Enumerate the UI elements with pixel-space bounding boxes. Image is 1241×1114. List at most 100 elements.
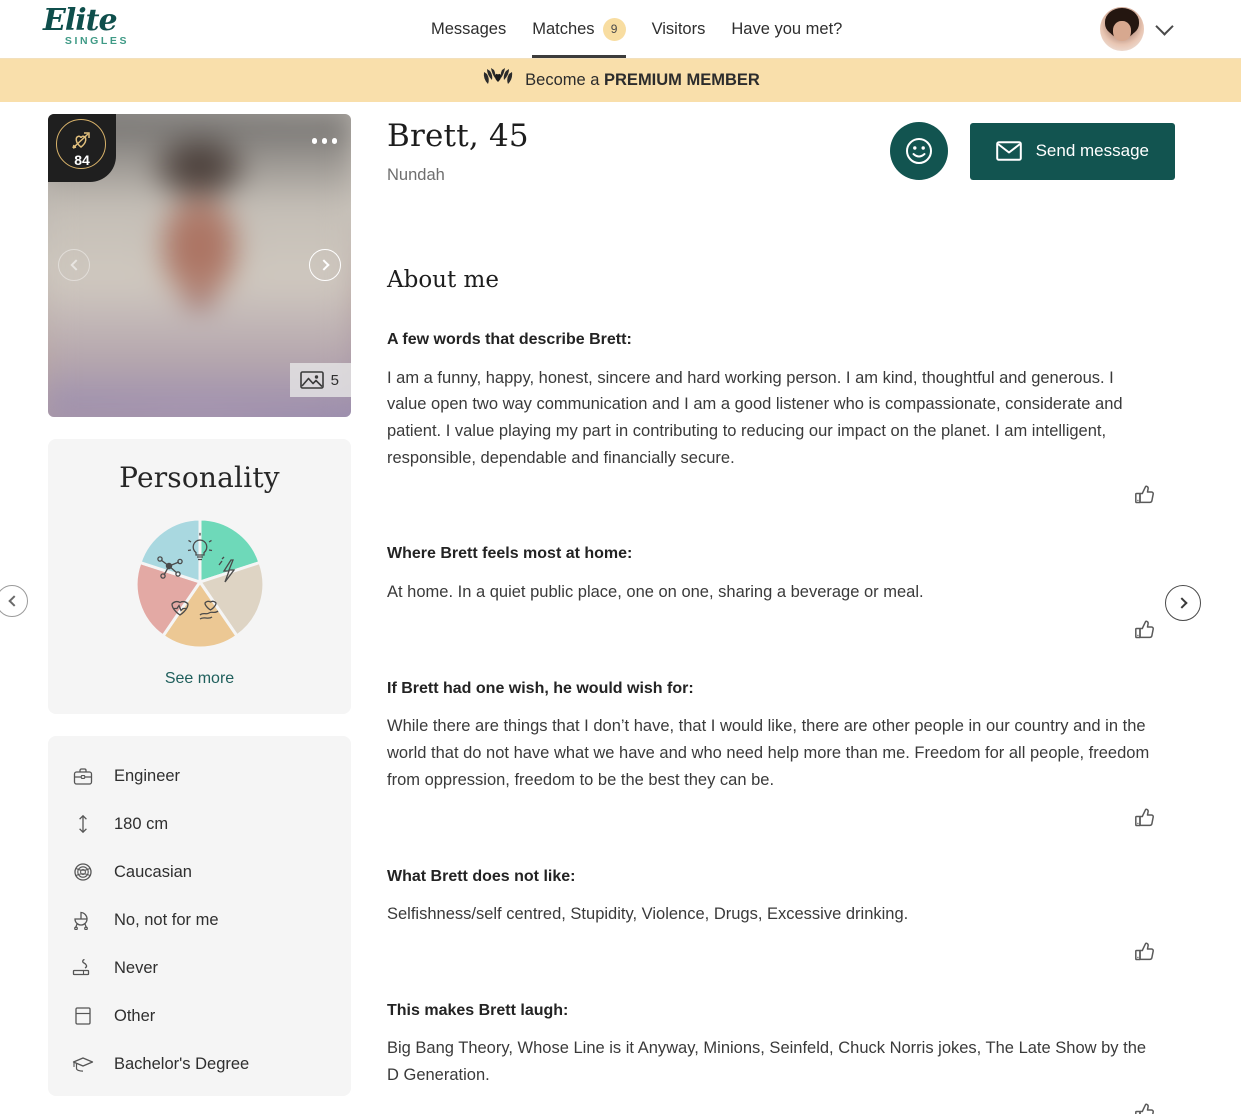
attribute-label: Other (114, 1006, 156, 1025)
brand-logo[interactable]: Elite SINGLES (43, 6, 143, 52)
personality-wheel[interactable] (134, 516, 266, 650)
thumbs-up-icon[interactable] (1133, 940, 1157, 964)
send-message-label: Send message (1035, 141, 1149, 160)
send-message-button[interactable]: Send message (969, 122, 1175, 180)
globe-icon (72, 861, 94, 883)
about-me-heading: About me (387, 267, 499, 293)
chevron-down-icon[interactable] (1155, 16, 1174, 36)
about-question: What Brett does not like: (387, 867, 576, 885)
about-item-4: This makes Brett laugh: Big Bang Theory,… (387, 1000, 1175, 1114)
about-item-2: If Brett had one wish, he would wish for… (387, 678, 1175, 830)
attribute-label: Caucasian (114, 862, 192, 881)
image-icon (299, 371, 324, 389)
attribute-row-height: 180 cm (48, 800, 351, 848)
brand-name: Elite (43, 3, 118, 38)
thumbs-up-icon[interactable] (1133, 806, 1157, 830)
nav-item-visitors[interactable]: Visitors (639, 0, 719, 58)
thumbs-up-icon[interactable] (1133, 483, 1157, 507)
photo-count-value: 5 (330, 371, 339, 389)
about-question: If Brett had one wish, he would wish for… (387, 679, 694, 697)
brand-tagline: SINGLES (64, 35, 130, 47)
chevron-left-icon (69, 259, 82, 271)
smiley-icon (905, 138, 932, 164)
nav-item-have-you-met[interactable]: Have you met? (718, 0, 855, 58)
chevron-left-icon (7, 595, 20, 607)
thumbs-up-icon[interactable] (1133, 618, 1157, 642)
laurel-heart-icon (481, 66, 515, 95)
profile-sidebar: 84 5 Personality See more Engineer 180 c… (48, 114, 351, 1114)
nav-label: Matches (532, 19, 595, 38)
thumbs-up-icon[interactable] (1133, 1101, 1157, 1114)
about-answer: I am a funny, happy, honest, sincere and… (387, 368, 1123, 467)
profile-header: Brett, 45 Nundah Send message (387, 118, 1175, 185)
about-item-0: A few words that describe Brett: I am a … (387, 329, 1175, 507)
like-row (387, 483, 1175, 507)
attribute-row-education: Bachelor's Degree (48, 1040, 351, 1088)
about-question: Where Brett feels most at home: (387, 545, 633, 563)
premium-prefix: Become a (525, 71, 605, 89)
attribute-row-ethnicity: Caucasian (48, 848, 351, 896)
profile-location: Nundah (387, 166, 445, 184)
avatar[interactable] (1100, 7, 1144, 51)
previous-profile-button[interactable] (0, 585, 28, 617)
more-options-icon[interactable] (311, 138, 337, 144)
attribute-label: Engineer (114, 766, 181, 785)
attribute-label: Never (114, 958, 159, 977)
like-row (387, 940, 1175, 964)
match-score-badge[interactable]: 84 (48, 114, 116, 182)
matches-count-badge: 9 (602, 17, 626, 41)
book-icon (72, 1005, 94, 1027)
chevron-right-icon (317, 259, 330, 271)
attribute-label: No, not for me (114, 910, 219, 929)
attribute-row-smoking: Never (48, 944, 351, 992)
envelope-icon (995, 141, 1022, 161)
stroller-icon (72, 909, 94, 931)
site-header: Elite SINGLES Messages Matches 9 Visitor… (0, 0, 1241, 58)
attribute-label: 180 cm (114, 814, 169, 833)
nav-label: Messages (431, 19, 507, 38)
cigarette-icon (72, 957, 94, 979)
personality-title: Personality (119, 461, 280, 494)
personality-see-more-link[interactable]: See more (165, 670, 234, 688)
smile-button[interactable] (889, 122, 948, 180)
photo-prev-button[interactable] (58, 249, 90, 281)
about-answer: Selfishness/self centred, Stupidity, Vio… (387, 905, 909, 924)
personality-card: Personality See more (48, 439, 351, 714)
heart-arrow-icon (72, 132, 90, 149)
page-title: Brett, 45 (387, 118, 529, 154)
like-row (387, 1101, 1175, 1114)
profile-main: Brett, 45 Nundah Send message About me A… (387, 114, 1241, 1114)
like-row (387, 806, 1175, 830)
attribute-row-religion: Other (48, 992, 351, 1040)
attribute-row-children: No, not for me (48, 896, 351, 944)
about-item-1: Where Brett feels most at home: At home.… (387, 543, 1175, 641)
nav-label: Have you met? (731, 19, 843, 38)
user-menu[interactable] (1100, 7, 1174, 51)
next-profile-button[interactable] (1165, 585, 1201, 621)
about-item-3: What Brett does not like: Selfishness/se… (387, 866, 1175, 964)
nav-item-messages[interactable]: Messages (418, 0, 519, 58)
profile-photo[interactable]: 84 5 (48, 114, 351, 417)
about-question: This makes Brett laugh: (387, 1001, 569, 1019)
nav-label: Visitors (651, 19, 706, 38)
match-score-value: 84 (74, 152, 90, 168)
chevron-right-icon (1175, 597, 1188, 609)
about-question: A few words that describe Brett: (387, 331, 632, 348)
profile-identity: Brett, 45 Nundah (387, 118, 529, 185)
attributes-card: Engineer 180 cm Caucasian No, not for me (48, 736, 351, 1096)
premium-member-banner[interactable]: Become a PREMIUM MEMBER (0, 58, 1241, 102)
briefcase-icon (72, 765, 94, 787)
attribute-row-job: Engineer (48, 752, 351, 800)
about-answer: At home. In a quiet public place, one on… (387, 583, 924, 602)
profile-page: 84 5 Personality See more Engineer 180 c… (0, 102, 1241, 1114)
photo-count-button[interactable]: 5 (289, 363, 351, 397)
about-answer: While there are things that I don’t have… (387, 717, 1150, 789)
photo-next-button[interactable] (309, 249, 341, 281)
attribute-label: Bachelor's Degree (114, 1054, 250, 1073)
nav-item-matches[interactable]: Matches 9 (519, 0, 638, 58)
premium-banner-text: Become a PREMIUM MEMBER (525, 71, 760, 90)
height-icon (72, 813, 94, 835)
premium-emphasis: PREMIUM MEMBER (604, 71, 760, 89)
main-navigation: Messages Matches 9 Visitors Have you met… (418, 0, 855, 58)
graduation-icon (72, 1053, 94, 1075)
